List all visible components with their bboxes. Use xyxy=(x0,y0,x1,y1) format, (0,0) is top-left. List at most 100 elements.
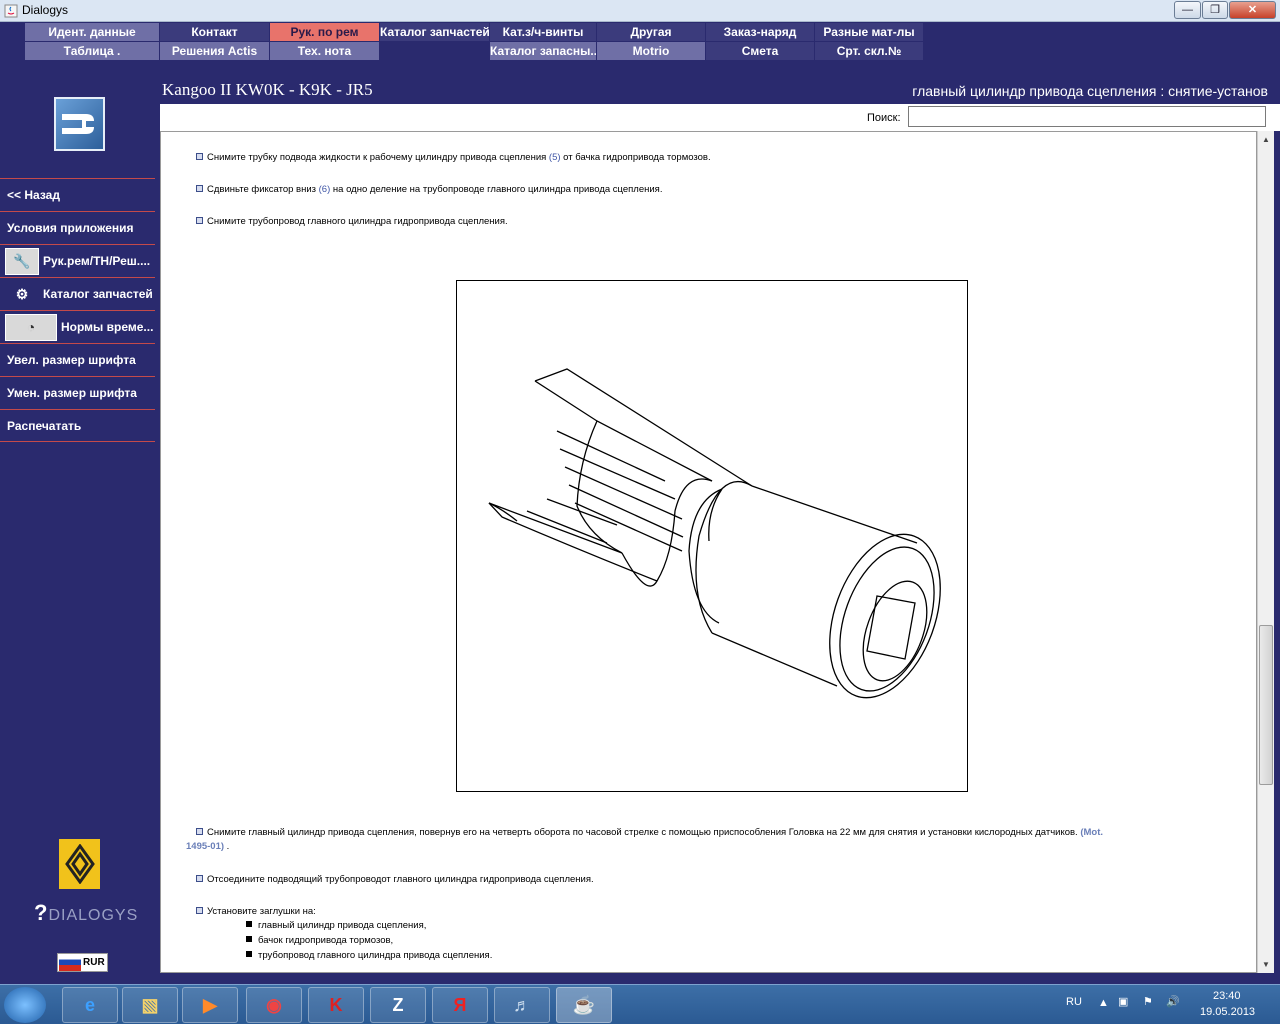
maximize-button[interactable]: ❐ xyxy=(1202,1,1228,19)
chrome-icon[interactable]: ◉ xyxy=(246,987,302,1023)
repair-manual-logo-icon xyxy=(54,97,105,151)
menu-actis-solutions[interactable]: Решения Actis xyxy=(160,42,269,60)
menu-other[interactable]: Другая xyxy=(597,23,705,41)
step-1: Снимите трубку подвода жидкости к рабоче… xyxy=(196,151,711,165)
bullet-icon xyxy=(196,153,203,160)
gauge-icon: ◔ xyxy=(5,313,57,341)
menu-stock-number[interactable]: Срт. скл.№ xyxy=(815,42,923,60)
menu-misc-materials[interactable]: Разные мат-лы xyxy=(815,23,923,41)
menu-parts-catalog[interactable]: Каталог запчастей xyxy=(380,23,489,41)
square-bullet-icon xyxy=(246,936,252,942)
sidebar-item-label: Условия приложения xyxy=(7,221,134,235)
sidebar-item-parts-catalog[interactable]: ⚙ Каталог запчастей xyxy=(0,277,155,310)
sidebar-item-back[interactable]: << Назад xyxy=(0,178,155,211)
yandex-icon[interactable]: Я xyxy=(432,987,488,1023)
dialogys-brand: ?DIALOGYS xyxy=(34,900,139,925)
socket-tool-drawing xyxy=(488,368,941,699)
step-4: Снимите главный цилиндр привода сцеплени… xyxy=(186,827,1104,852)
minimize-button[interactable]: — xyxy=(1174,1,1201,19)
flag-icon[interactable]: ⚑ xyxy=(1143,995,1153,1008)
vehicle-title: Kangoo II KW0K - K9K - JR5 xyxy=(162,80,373,99)
list-item: бачок гидропривода тормозов, xyxy=(246,935,393,946)
parts-icon: ⚙ xyxy=(5,280,39,308)
menu-table[interactable]: Таблица . xyxy=(25,42,159,60)
top-menu: Идент. данные Контакт Рук. по рем Катало… xyxy=(25,22,924,60)
square-bullet-icon xyxy=(246,921,252,927)
menu-estimate[interactable]: Смета xyxy=(706,42,814,60)
tool-ref-link-cont[interactable]: 1495-01) xyxy=(186,841,224,852)
sidebar-item-decrease-font[interactable]: Умен. размер шрифта xyxy=(0,376,155,409)
sidebar-item-label: Нормы време... xyxy=(61,320,154,334)
sidebar-item-application-conditions[interactable]: Условия приложения xyxy=(0,211,155,244)
currency-selector[interactable]: RUR xyxy=(57,953,108,972)
sidebar-item-label: Распечатать xyxy=(7,418,82,433)
network-icon[interactable]: ▣ xyxy=(1118,995,1128,1008)
ref-5-link[interactable]: (5) xyxy=(549,152,561,163)
step-5: Отсоедините подводящий трубопроводот гла… xyxy=(196,873,594,887)
clock-date[interactable]: 19.05.2013 xyxy=(1200,1006,1255,1018)
java-taskbar-icon[interactable]: ☕ xyxy=(556,987,612,1023)
sidebar-item-label: << Назад xyxy=(7,188,60,202)
title-bar: Dialogys — ❐ ✕ xyxy=(0,0,1280,22)
list-item: трубопровод главного цилиндра привода сц… xyxy=(246,950,492,961)
kaspersky-icon[interactable]: K xyxy=(308,987,364,1023)
z-app-icon[interactable]: Z xyxy=(370,987,426,1023)
explorer-icon[interactable]: ▧ xyxy=(122,987,178,1023)
bullet-icon xyxy=(196,907,203,914)
java-app-icon xyxy=(4,4,18,18)
wrench-icon: 🔧 xyxy=(5,247,39,275)
sidebar-item-repair-manual[interactable]: 🔧 Рук.рем/ТН/Реш.... xyxy=(0,244,155,277)
sidebar-item-label: Умен. размер шрифта xyxy=(7,386,137,400)
step-6: Установите заглушки на: xyxy=(196,905,316,919)
sidebar-item-label: Рук.рем/ТН/Реш.... xyxy=(43,254,151,268)
menu-contact[interactable]: Контакт xyxy=(160,23,269,41)
ie-icon[interactable]: e xyxy=(62,987,118,1023)
tool-illustration xyxy=(456,280,968,792)
bullet-icon xyxy=(196,875,203,882)
sidebar: << Назад Условия приложения 🔧 Рук.рем/ТН/… xyxy=(0,178,155,442)
bullet-icon xyxy=(196,217,203,224)
step-2: Сдвиньте фиксатор вниз (6) на одно делен… xyxy=(196,183,662,197)
step-3: Снимите трубопровод главного цилиндра ги… xyxy=(196,215,508,229)
sidebar-item-increase-font[interactable]: Увел. размер шрифта xyxy=(0,343,155,376)
menu-spare-parts-catalog[interactable]: Каталог запасны... xyxy=(490,42,596,60)
vertical-scrollbar[interactable]: ▲ ▼ xyxy=(1257,131,1274,973)
clock-time[interactable]: 23:40 xyxy=(1213,990,1241,1002)
square-bullet-icon xyxy=(246,951,252,957)
scrollbar-thumb[interactable] xyxy=(1259,625,1273,785)
media-player-icon[interactable]: ▶ xyxy=(182,987,238,1023)
search-bar: Поиск: xyxy=(160,104,1280,131)
menu-tech-note[interactable]: Тех. нота xyxy=(270,42,379,60)
operation-title: главный цилиндр привода сцепления : снят… xyxy=(912,83,1268,99)
taskbar: e ▧ ▶ ◉ K Z Я ♬ ☕ RU ▲ ▣ ⚑ 🔊 23:40 19.05… xyxy=(0,984,1280,1024)
sidebar-item-label: Увел. размер шрифта xyxy=(7,353,136,367)
ref-6-link[interactable]: (6) xyxy=(319,184,331,195)
sidebar-item-labour-times[interactable]: ◔ Нормы време... xyxy=(0,310,155,343)
menu-parts-screws[interactable]: Кат.з/ч-винты xyxy=(490,23,596,41)
start-button[interactable] xyxy=(4,987,46,1023)
window-title: Dialogys xyxy=(22,3,69,17)
menu-work-order[interactable]: Заказ-наряд xyxy=(706,23,814,41)
close-button[interactable]: ✕ xyxy=(1229,1,1276,19)
menu-ident-data[interactable]: Идент. данные xyxy=(25,23,159,41)
menu-repair-manual[interactable]: Рук. по рем xyxy=(270,23,379,41)
search-label: Поиск: xyxy=(867,112,901,124)
volume-icon[interactable]: 🔊 xyxy=(1166,995,1180,1008)
language-indicator[interactable]: RU xyxy=(1066,996,1082,1008)
bullet-icon xyxy=(196,828,203,835)
scroll-down-icon[interactable]: ▼ xyxy=(1258,956,1274,973)
scroll-up-icon[interactable]: ▲ xyxy=(1258,131,1274,148)
bullet-icon xyxy=(196,185,203,192)
russia-flag-icon xyxy=(59,954,81,971)
tool-ref-link[interactable]: (Mot. xyxy=(1080,827,1103,838)
list-item: главный цилиндр привода сцепления, xyxy=(246,920,426,931)
sound-app-icon[interactable]: ♬ xyxy=(494,987,550,1023)
menu-motrio[interactable]: Motrio xyxy=(597,42,705,60)
tray-expand-icon[interactable]: ▲ xyxy=(1098,997,1109,1009)
document-panel: Снимите трубку подвода жидкости к рабоче… xyxy=(160,131,1257,973)
renault-logo-icon xyxy=(59,839,100,889)
sidebar-item-label: Каталог запчастей xyxy=(43,287,153,301)
search-input[interactable] xyxy=(908,106,1266,127)
sidebar-item-print[interactable]: Распечатать xyxy=(0,409,155,442)
question-mark-icon: ? xyxy=(34,900,49,925)
